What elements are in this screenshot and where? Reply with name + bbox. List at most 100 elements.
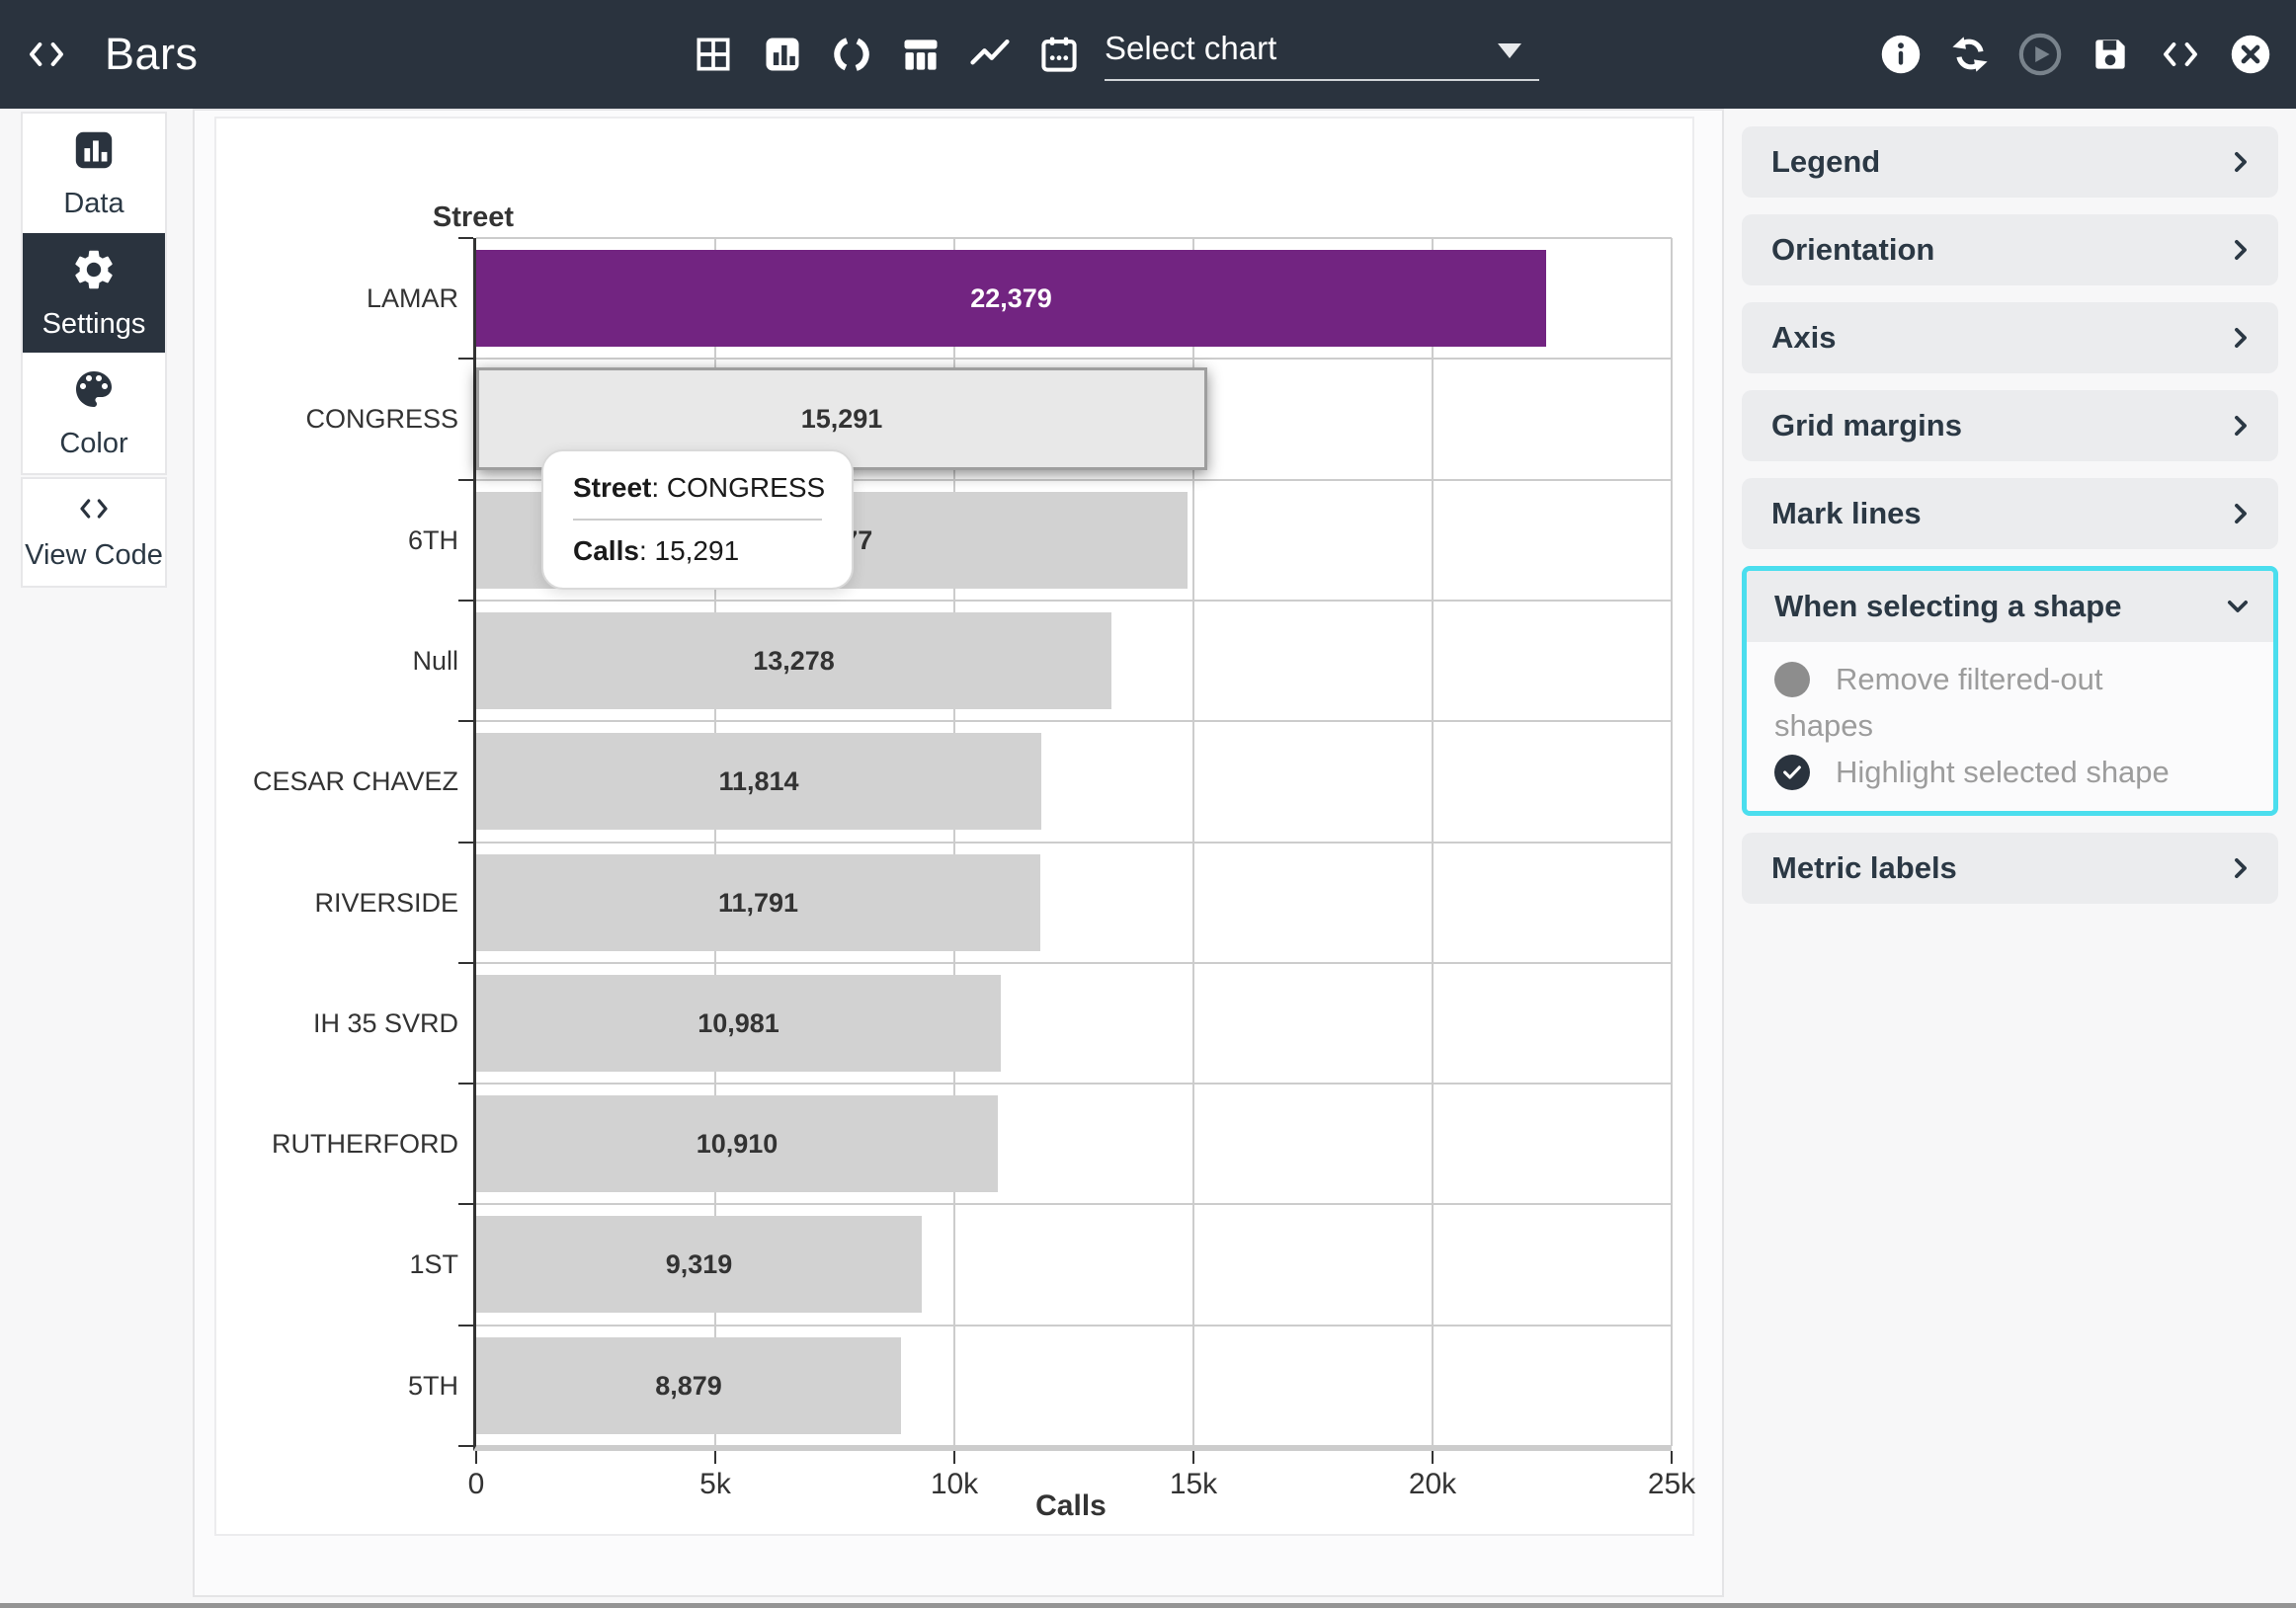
bar-value-label: 22,379 — [476, 250, 1546, 347]
select-chart-dropdown[interactable]: Select chart — [1105, 18, 1539, 81]
x-axis-tick — [714, 1451, 716, 1464]
chevron-right-icon — [2227, 324, 2255, 352]
y-axis-tick — [458, 600, 473, 602]
radio-checked-icon[interactable] — [1774, 755, 1810, 790]
line-chart-icon[interactable] — [968, 33, 1012, 76]
y-axis-tick — [458, 1083, 473, 1085]
category-label: RUTHERFORD — [217, 1084, 458, 1204]
check-icon — [1780, 762, 1804, 783]
accordion-section-axis[interactable]: Axis — [1742, 302, 2278, 373]
radio-unchecked-icon[interactable] — [1774, 662, 1810, 697]
accordion-section-grid-margins[interactable]: Grid margins — [1742, 390, 2278, 461]
sidebar-item-data[interactable]: Data — [23, 114, 165, 233]
sidebar-item-label: Color — [59, 428, 127, 460]
radio-option-remove-filtered-out-shapes[interactable]: Remove filtered-out shapes — [1774, 656, 2189, 749]
code-icon[interactable] — [2158, 35, 2203, 74]
chevron-right-icon — [2227, 236, 2255, 264]
app-code-icon — [24, 35, 69, 74]
gridline-horizontal — [476, 1203, 1672, 1205]
x-axis-tick — [1192, 1451, 1194, 1464]
bar-chart-plot: 05k10k15k20k25k22,379LAMAR15,291CONGRESS… — [473, 238, 1672, 1451]
category-label: LAMAR — [217, 238, 458, 359]
window-bottom-edge — [0, 1603, 2296, 1608]
table-columns-icon[interactable] — [899, 33, 943, 76]
tooltip-row: Street: CONGRESS — [573, 471, 822, 505]
sidebar-item-settings[interactable]: Settings — [23, 233, 165, 353]
accordion-label: Legend — [1771, 144, 1880, 180]
category-label: 1ST — [217, 1204, 458, 1325]
gridline-horizontal — [476, 1083, 1672, 1085]
gridline-horizontal — [476, 842, 1672, 844]
radio-option-label: Highlight selected shape — [1836, 755, 2170, 789]
settings-panel: Legend Orientation Axis Grid margins Mark li… — [1742, 126, 2278, 921]
tooltip-key: Street — [573, 472, 651, 503]
sidebar-item-color[interactable]: Color — [23, 353, 165, 472]
bar-chart-icon[interactable] — [761, 33, 804, 76]
top-navbar: Bars Select chart — [0, 0, 2296, 109]
x-axis-tick — [1671, 1451, 1673, 1464]
data-chart-icon — [71, 127, 117, 178]
select-chart-label: Select chart — [1105, 30, 1276, 67]
info-icon[interactable] — [1879, 33, 1923, 76]
category-label: Null — [217, 601, 458, 721]
x-axis-tick — [475, 1451, 477, 1464]
bar-value-label: 9,319 — [476, 1216, 922, 1313]
sidebar-item-view-code[interactable]: View Code — [23, 479, 165, 586]
play-icon[interactable] — [2017, 32, 2063, 77]
page-title: Bars — [105, 29, 199, 80]
sidebar-item-label: Settings — [42, 308, 146, 341]
bar-value-label: 10,981 — [476, 975, 1001, 1072]
y-axis-tick — [458, 720, 473, 722]
accordion-label: Orientation — [1771, 232, 1934, 268]
x-axis-tick — [953, 1451, 955, 1464]
y-axis-tick — [458, 1203, 473, 1205]
gridline-horizontal — [476, 962, 1672, 964]
navbar-left-group: Bars — [24, 0, 199, 109]
radio-option-highlight-selected-shape[interactable]: Highlight selected shape — [1774, 749, 2189, 795]
navbar-actions — [1879, 0, 2272, 109]
close-icon[interactable] — [2229, 33, 2272, 76]
accordion-section-legend[interactable]: Legend — [1742, 126, 2278, 198]
category-label: 6TH — [217, 480, 458, 601]
accordion-section-metric-labels[interactable]: Metric labels — [1742, 833, 2278, 904]
category-label: CESAR CHAVEZ — [217, 721, 458, 842]
bar-value-label: 11,814 — [476, 733, 1041, 830]
donut-chart-icon[interactable] — [830, 33, 873, 76]
y-axis-tick — [458, 1325, 473, 1327]
save-icon[interactable] — [2089, 33, 2132, 76]
chevron-right-icon — [2227, 412, 2255, 440]
accordion-header-when-selecting-a-shape[interactable]: When selecting a shape — [1747, 571, 2273, 642]
view-code-icon — [71, 493, 117, 529]
y-axis-title: Street — [365, 201, 582, 234]
sidebar-item-label: View Code — [25, 539, 163, 572]
tooltip-key: Calls — [573, 535, 639, 566]
main-content-panel: Street 05k10k15k20k25k22,379LAMAR15,291C… — [193, 109, 1724, 1597]
refresh-icon[interactable] — [1948, 33, 1992, 76]
shape-selection-options: Remove filtered-out shapes Highlight sele… — [1747, 642, 2273, 811]
tooltip-divider — [573, 519, 822, 521]
y-axis-tick — [458, 842, 473, 844]
accordion-label: Axis — [1771, 320, 1836, 356]
category-label: 5TH — [217, 1326, 458, 1446]
bar-value-label: 13,278 — [476, 612, 1111, 709]
y-axis-tick — [458, 962, 473, 964]
tooltip-row: Calls: 15,291 — [573, 534, 822, 568]
bar-value-label: 8,879 — [476, 1337, 901, 1434]
y-axis-tick — [458, 1445, 473, 1447]
sidebar-item-label: Data — [63, 188, 123, 220]
radio-option-label: Remove filtered-out shapes — [1774, 662, 2103, 743]
y-axis-tick — [458, 237, 473, 239]
y-axis-tick — [458, 479, 473, 481]
accordion-section-orientation[interactable]: Orientation — [1742, 214, 2278, 285]
calendar-icon[interactable] — [1037, 33, 1081, 76]
grid-icon[interactable] — [692, 33, 735, 76]
accordion-section-mark-lines[interactable]: Mark lines — [1742, 478, 2278, 549]
gridline-horizontal — [476, 1445, 1672, 1447]
gridline-horizontal — [476, 358, 1672, 360]
chevron-down-icon — [2224, 593, 2252, 620]
palette-icon — [70, 365, 118, 418]
chart-tooltip: Street: CONGRESS Calls: 15,291 — [541, 449, 854, 590]
chevron-right-icon — [2227, 500, 2255, 527]
y-axis-tick — [458, 358, 473, 360]
category-label: RIVERSIDE — [217, 843, 458, 963]
